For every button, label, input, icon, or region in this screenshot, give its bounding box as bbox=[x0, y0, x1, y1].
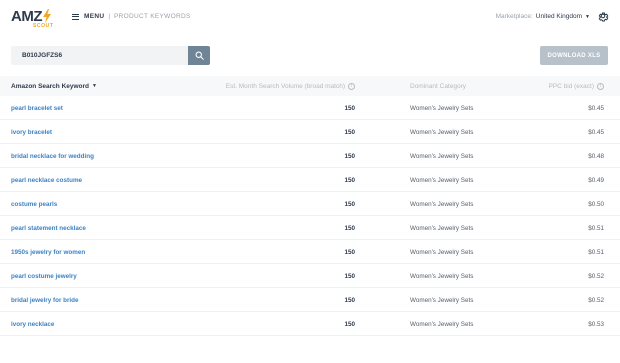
ppc-cell: $0.45 bbox=[588, 104, 604, 112]
ppc-cell: $0.45 bbox=[588, 128, 604, 136]
keyword-link[interactable]: pearl bracelet set bbox=[11, 96, 63, 120]
volume-cell: 150 bbox=[344, 128, 355, 136]
gear-icon[interactable] bbox=[597, 10, 609, 22]
info-icon[interactable]: i bbox=[348, 82, 355, 90]
table-body: pearl bracelet set 150 Women's Jewelry S… bbox=[0, 96, 620, 336]
column-header-keyword[interactable]: Amazon Search Keyword ▼ bbox=[11, 76, 97, 96]
ppc-cell: $0.51 bbox=[588, 248, 604, 256]
keyword-link[interactable]: ivory necklace bbox=[11, 312, 54, 336]
page-title: PRODUCT KEYWORDS bbox=[114, 13, 191, 20]
category-cell: Women's Jewelry Sets bbox=[410, 272, 474, 280]
table-row: costume pearls 150 Women's Jewelry Sets … bbox=[0, 192, 620, 216]
table-row: pearl necklace costume 150 Women's Jewel… bbox=[0, 168, 620, 192]
keyword-link[interactable]: pearl costume jewelry bbox=[11, 264, 77, 288]
marketplace-selector[interactable]: Marketplace: United Kingdom ▼ bbox=[496, 13, 590, 20]
category-cell: Women's Jewelry Sets bbox=[410, 224, 474, 232]
volume-cell: 150 bbox=[344, 248, 355, 256]
ppc-cell: $0.52 bbox=[588, 272, 604, 280]
column-label: Est. Month Search Volume (broad match) bbox=[225, 82, 345, 90]
hamburger-icon[interactable] bbox=[72, 13, 79, 20]
search-icon bbox=[195, 51, 204, 60]
category-cell: Women's Jewelry Sets bbox=[410, 296, 474, 304]
keywords-table: Amazon Search Keyword ▼ Est. Month Searc… bbox=[0, 76, 620, 336]
keyword-link[interactable]: 1950s jewelry for women bbox=[11, 240, 85, 264]
keyword-link[interactable]: ivory bracelet bbox=[11, 120, 52, 144]
category-cell: Women's Jewelry Sets bbox=[410, 176, 474, 184]
app-header: AMZ SCOUT MENU | PRODUCT KEYWORDS Market… bbox=[0, 0, 620, 36]
keyword-link[interactable]: pearl statement necklace bbox=[11, 216, 86, 240]
ppc-cell: $0.53 bbox=[588, 320, 604, 328]
marketplace-value[interactable]: United Kingdom bbox=[536, 13, 582, 20]
download-xls-button[interactable]: DOWNLOAD XLS bbox=[540, 46, 608, 65]
keyword-link[interactable]: costume pearls bbox=[11, 192, 57, 216]
sort-desc-icon[interactable]: ▼ bbox=[92, 83, 97, 89]
category-cell: Women's Jewelry Sets bbox=[410, 320, 474, 328]
volume-cell: 150 bbox=[344, 296, 355, 304]
table-row: bridal jewelry for bride 150 Women's Jew… bbox=[0, 288, 620, 312]
keyword-link[interactable]: bridal jewelry for bride bbox=[11, 288, 79, 312]
table-header: Amazon Search Keyword ▼ Est. Month Searc… bbox=[0, 76, 620, 96]
volume-cell: 150 bbox=[344, 272, 355, 280]
column-header-ppc[interactable]: PPC bid (exact) i bbox=[548, 76, 604, 96]
logo-subtext: SCOUT bbox=[33, 23, 54, 29]
category-cell: Women's Jewelry Sets bbox=[410, 152, 474, 160]
table-row: 1950s jewelry for women 150 Women's Jewe… bbox=[0, 240, 620, 264]
chevron-down-icon[interactable]: ▼ bbox=[585, 14, 590, 20]
column-label: PPC bid (exact) bbox=[548, 82, 594, 90]
breadcrumb-separator: | bbox=[108, 13, 111, 20]
ppc-cell: $0.48 bbox=[588, 152, 604, 160]
column-header-category[interactable]: Dominant Category bbox=[410, 76, 466, 96]
search-input[interactable] bbox=[11, 46, 188, 65]
marketplace-label: Marketplace: bbox=[495, 13, 533, 20]
volume-cell: 150 bbox=[344, 104, 355, 112]
ppc-cell: $0.49 bbox=[588, 176, 604, 184]
amzscout-logo[interactable]: AMZ SCOUT bbox=[11, 8, 54, 29]
ppc-cell: $0.52 bbox=[588, 296, 604, 304]
table-row: pearl bracelet set 150 Women's Jewelry S… bbox=[0, 96, 620, 120]
column-label: Dominant Category bbox=[410, 82, 466, 90]
menu-label[interactable]: MENU bbox=[84, 13, 104, 20]
ppc-cell: $0.51 bbox=[588, 224, 604, 232]
table-row: pearl statement necklace 150 Women's Jew… bbox=[0, 216, 620, 240]
column-label: Amazon Search Keyword bbox=[11, 82, 90, 90]
volume-cell: 150 bbox=[344, 224, 355, 232]
column-header-volume[interactable]: Est. Month Search Volume (broad match) i bbox=[226, 76, 355, 96]
volume-cell: 150 bbox=[344, 200, 355, 208]
volume-cell: 150 bbox=[344, 176, 355, 184]
search-button[interactable] bbox=[188, 46, 210, 65]
logo-text: AMZ bbox=[11, 8, 43, 25]
info-icon[interactable]: i bbox=[597, 82, 604, 90]
main-menu[interactable]: MENU | PRODUCT KEYWORDS bbox=[72, 13, 191, 20]
category-cell: Women's Jewelry Sets bbox=[410, 248, 474, 256]
lightning-bolt-icon bbox=[43, 9, 51, 23]
category-cell: Women's Jewelry Sets bbox=[410, 128, 474, 136]
table-row: bridal necklace for wedding 150 Women's … bbox=[0, 144, 620, 168]
category-cell: Women's Jewelry Sets bbox=[410, 200, 474, 208]
ppc-cell: $0.50 bbox=[588, 200, 604, 208]
table-row: ivory bracelet 150 Women's Jewelry Sets … bbox=[0, 120, 620, 144]
table-row: ivory necklace 150 Women's Jewelry Sets … bbox=[0, 312, 620, 336]
keyword-link[interactable]: pearl necklace costume bbox=[11, 168, 82, 192]
category-cell: Women's Jewelry Sets bbox=[410, 104, 474, 112]
search-bar bbox=[11, 46, 210, 65]
volume-cell: 150 bbox=[344, 320, 355, 328]
keyword-link[interactable]: bridal necklace for wedding bbox=[11, 144, 94, 168]
volume-cell: 150 bbox=[344, 152, 355, 160]
table-row: pearl costume jewelry 150 Women's Jewelr… bbox=[0, 264, 620, 288]
